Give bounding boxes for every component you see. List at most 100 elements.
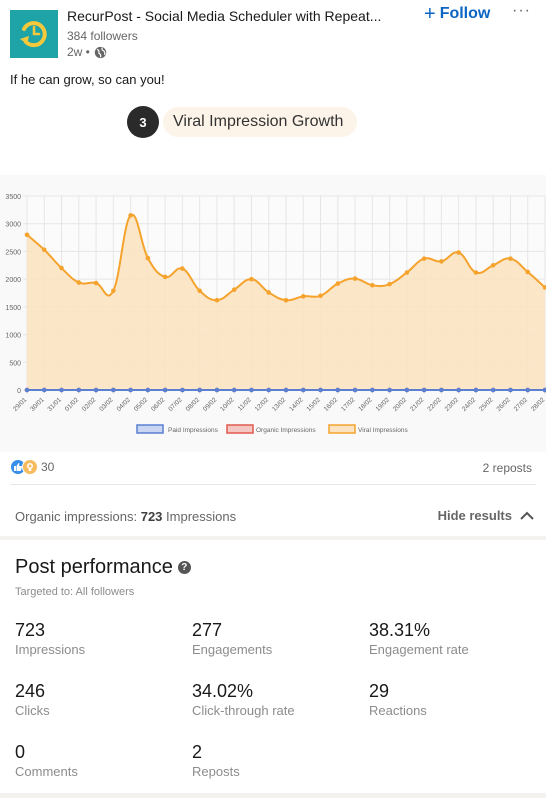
paid-impressions-point — [214, 387, 220, 393]
viral-impressions-point — [352, 276, 358, 281]
viral-impressions-point — [214, 297, 220, 303]
y-tick-label: 2000 — [5, 277, 21, 284]
step-heading: 3 Viral Impression Growth — [127, 106, 358, 138]
post-header: RecurPost - Social Media Scheduler with … — [0, 0, 546, 70]
x-tick-label: 20/02 — [392, 396, 409, 413]
paid-impressions-point — [41, 387, 47, 393]
viral-impressions-point — [128, 213, 133, 218]
viral-impressions-point — [24, 232, 30, 238]
chevron-up-icon — [520, 511, 534, 520]
reposts-count[interactable]: 2 reposts — [483, 461, 532, 475]
metric-ctr: 34.02% Click-through rate — [192, 681, 362, 718]
impressions-chart: 0 500 1000 1500 2000 2500 3000 3500 29/01 30/01 31… — [0, 175, 546, 452]
viral-impressions-point — [180, 266, 185, 271]
viral-impressions-point — [404, 270, 410, 275]
x-tick-label: 31/01 — [46, 396, 63, 413]
post-text: If he can grow, so can you! — [10, 72, 165, 87]
paid-impressions-point — [197, 387, 202, 393]
viral-impressions-point — [490, 262, 496, 268]
viral-impressions-legend-swatch — [328, 424, 356, 434]
x-tick-label: 24/02 — [461, 396, 478, 413]
viral-impressions-point — [59, 265, 64, 271]
paid-impressions-point — [456, 387, 461, 393]
metric-value: 723 — [15, 620, 46, 640]
x-tick-label: 30/01 — [29, 396, 46, 413]
company-name[interactable]: RecurPost - Social Media Scheduler with … — [67, 8, 381, 24]
post-performance-title: Post performance ? — [15, 556, 191, 579]
organic-impressions-legend-label: Organic Impressions — [256, 427, 316, 434]
x-tick-label: 12/02 — [254, 396, 271, 413]
clock-history-icon — [20, 21, 47, 48]
viral-impressions-point — [508, 256, 513, 261]
metric-reposts: 2 Reposts — [192, 742, 362, 779]
y-tick-label: 500 — [9, 360, 21, 367]
x-tick-label: 17/02 — [340, 396, 357, 413]
viral-impressions-point — [335, 281, 341, 286]
x-tick-label: 14/02 — [288, 396, 305, 413]
metric-value: 246 — [15, 681, 46, 701]
paid-impressions-point — [300, 387, 306, 393]
viral-impressions-point — [370, 282, 375, 288]
more-options-button[interactable]: ··· — [512, 2, 531, 20]
metric-label: Reposts — [192, 764, 240, 779]
x-tick-label: 13/02 — [271, 396, 288, 413]
metric-impressions: 723 Impressions — [15, 620, 185, 657]
viral-impressions-point — [76, 280, 82, 285]
x-tick-label: 02/02 — [81, 396, 98, 413]
x-tick-label: 28/02 — [530, 396, 546, 413]
x-tick-label: 15/02 — [305, 396, 322, 413]
paid-impressions-point — [318, 387, 323, 393]
paid-impressions-legend-label: Paid Impressions — [168, 427, 219, 434]
follower-count: 384 followers — [67, 29, 138, 43]
paid-impressions-point — [439, 387, 444, 393]
paid-impressions-point — [525, 387, 531, 393]
viral-impressions-point — [525, 269, 531, 275]
viral-impressions-point — [318, 293, 323, 299]
metric-value: 34.02% — [192, 681, 254, 701]
hide-results-button[interactable]: Hide results — [438, 508, 534, 523]
y-tick-label: 1500 — [5, 305, 21, 312]
viral-impressions-point — [387, 281, 392, 287]
post-meta: 2w • — [67, 45, 107, 59]
viral-impressions-point — [439, 259, 444, 264]
viral-impressions-point — [145, 255, 151, 261]
paid-impressions-point — [490, 387, 496, 393]
viral-impressions-point — [249, 276, 254, 282]
x-tick-label: 26/02 — [495, 396, 512, 413]
reactions-summary[interactable]: 30 — [10, 459, 54, 475]
x-tick-label: 27/02 — [513, 396, 530, 413]
viral-impressions-point — [283, 297, 289, 303]
metric-label: Engagements — [192, 642, 273, 657]
x-tick-label: 19/02 — [375, 396, 392, 413]
paid-impressions-point — [352, 387, 358, 393]
x-tick-label: 08/02 — [185, 396, 202, 413]
bottom-divider — [0, 793, 546, 798]
x-tick-label: 03/02 — [98, 396, 115, 413]
y-tick-label: 3500 — [5, 194, 21, 201]
company-logo[interactable] — [10, 10, 58, 58]
section-divider — [0, 536, 546, 540]
organic-suffix: Impressions — [162, 509, 237, 524]
divider — [10, 484, 536, 485]
metric-clicks: 246 Clicks — [15, 681, 185, 718]
metric-value: 29 — [369, 681, 390, 701]
metric-value: 277 — [192, 620, 223, 640]
help-icon[interactable]: ? — [177, 561, 191, 574]
y-tick-label: 1000 — [5, 333, 21, 340]
y-tick-label: 2500 — [5, 249, 21, 256]
paid-impressions-point — [76, 387, 82, 393]
chart-svg: 0 500 1000 1500 2000 2500 3000 3500 29/01 30/01 31… — [5, 194, 546, 434]
follow-button[interactable]: + Follow — [424, 4, 490, 24]
paid-impressions-point — [283, 387, 289, 393]
x-tick-label: 18/02 — [357, 396, 374, 413]
x-tick-label: 25/02 — [478, 396, 495, 413]
x-tick-label: 23/02 — [444, 396, 461, 413]
y-tick-label: 3000 — [5, 222, 21, 229]
paid-impressions-point — [128, 387, 133, 393]
x-tick-label: 09/02 — [202, 396, 219, 413]
metric-label: Clicks — [15, 703, 50, 718]
x-tick-label: 16/02 — [323, 396, 340, 413]
paid-impressions-point — [387, 387, 392, 393]
globe-icon — [94, 46, 107, 58]
paid-impressions-point — [145, 387, 151, 393]
